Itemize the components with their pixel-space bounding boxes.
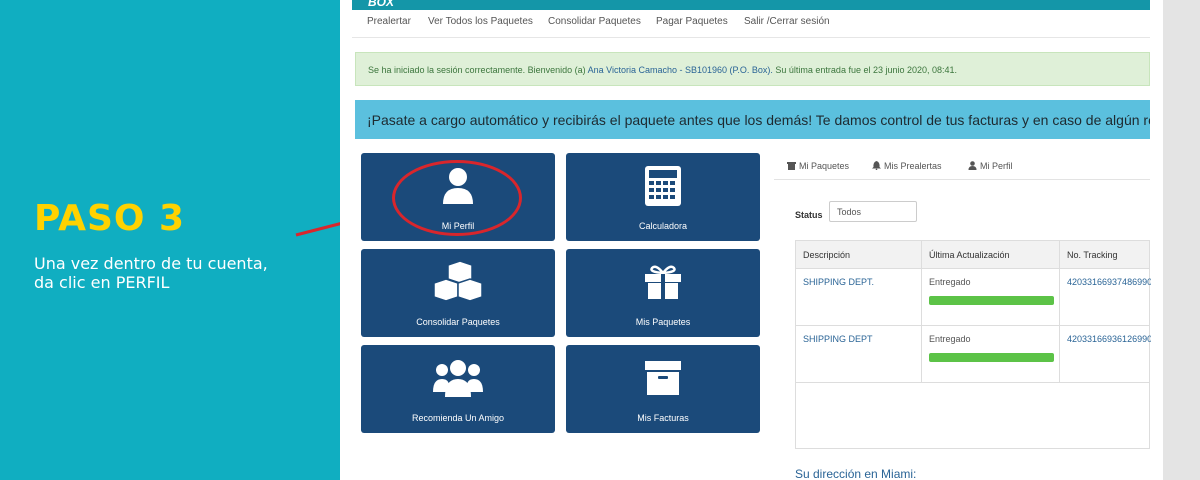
nav-prealertar[interactable]: Prealertar	[367, 16, 411, 27]
right-margin	[1163, 0, 1200, 480]
alert-user-link[interactable]: Ana Victoria Camacho - SB101960 (P.O. Bo…	[588, 65, 773, 75]
cubes-icon	[361, 261, 555, 303]
tile-calculadora[interactable]: Calculadora	[566, 153, 760, 241]
row1-estado: Entregado	[929, 277, 971, 287]
content-tabs: Mi Paquetes Mis Prealertas Mi Perfil	[774, 152, 1150, 180]
tile-label: Consolidar Paquetes	[416, 317, 500, 327]
instruction-panel: PASO 3 Una vez dentro de tu cuenta, da c…	[0, 0, 382, 480]
miami-address-heading: Su dirección en Miami:	[795, 467, 917, 480]
status-label: Status	[795, 210, 823, 220]
tile-label: Mis Paquetes	[635, 317, 691, 327]
tile-label: Mis Facturas	[637, 413, 689, 423]
tab-label: Mis Prealertas	[884, 161, 942, 171]
row1-descripcion[interactable]: SHIPPING DEPT.	[796, 277, 921, 287]
tab-label: Mi Perfil	[980, 161, 1013, 171]
tile-recomienda[interactable]: Recomienda Un Amigo	[361, 345, 555, 433]
login-success-alert: Se ha iniciado la sesión correctamente. …	[355, 52, 1150, 86]
row1-progress-bar	[929, 296, 1054, 305]
col-descripcion[interactable]: Descripción	[796, 241, 922, 269]
nav-salir[interactable]: Salir /Cerrar sesión	[744, 16, 830, 27]
tab-mis-prealertas[interactable]: Mis Prealertas	[872, 161, 942, 171]
packages-table: Descripción Última Actualización No. Tra…	[795, 240, 1151, 449]
tile-label: Recomienda Un Amigo	[411, 413, 505, 423]
promo-info-alert: ¡Pasate a cargo automático y recibirás e…	[355, 100, 1150, 139]
step-description: Una vez dentro de tu cuenta, da clic en …	[34, 254, 314, 292]
tile-mis-paquetes[interactable]: Mis Paquetes	[566, 249, 760, 337]
row2-estado: Entregado	[929, 334, 971, 344]
calculator-icon	[566, 165, 760, 207]
row2-descripcion[interactable]: SHIPPING DEPT	[796, 334, 921, 344]
col-tracking[interactable]: No. Tracking	[1060, 241, 1151, 269]
archive-icon	[566, 357, 760, 399]
step-description-line2: da clic en PERFIL	[34, 273, 170, 292]
col-ultima-actualizacion[interactable]: Última Actualización	[922, 241, 1060, 269]
tab-mi-perfil[interactable]: Mi Perfil	[968, 161, 1013, 171]
main-nav: Prealertar Ver Todos los Paquetes Consol…	[352, 10, 1150, 38]
nav-ver-todos[interactable]: Ver Todos los Paquetes	[428, 16, 533, 27]
step-title: PASO 3	[34, 198, 186, 239]
tab-mi-paquetes[interactable]: Mi Paquetes	[787, 161, 849, 171]
status-select[interactable]: Todos	[829, 201, 917, 222]
top-header-bar: BOX	[352, 0, 1150, 10]
row-divider	[796, 382, 1149, 383]
tab-label: Mi Paquetes	[799, 161, 850, 171]
package-icon	[787, 162, 796, 170]
row-divider	[796, 325, 1149, 326]
row2-progress-bar	[929, 353, 1054, 362]
nav-consolidar[interactable]: Consolidar Paquetes	[548, 16, 641, 27]
row2-tracking[interactable]: 42033166936126990	[1060, 334, 1151, 344]
alert-suffix: Su última entrada fue el 23 junio 2020, …	[772, 65, 958, 75]
gift-icon	[566, 261, 760, 303]
tile-label: Calculadora	[638, 221, 688, 231]
alert-prefix: Se ha iniciado la sesión correctamente. …	[368, 65, 588, 75]
users-icon	[361, 357, 555, 399]
row1-tracking[interactable]: 42033166937486990	[1060, 277, 1151, 287]
logo: BOX	[368, 0, 395, 9]
highlight-circle	[392, 160, 522, 236]
tile-mis-facturas[interactable]: Mis Facturas	[566, 345, 760, 433]
user-icon	[968, 161, 977, 170]
portal-screenshot: BOX Prealertar Ver Todos los Paquetes Co…	[340, 0, 1163, 480]
step-description-line1: Una vez dentro de tu cuenta,	[34, 254, 268, 273]
bell-icon	[872, 161, 881, 171]
nav-pagar[interactable]: Pagar Paquetes	[656, 16, 728, 27]
tile-consolidar[interactable]: Consolidar Paquetes	[361, 249, 555, 337]
